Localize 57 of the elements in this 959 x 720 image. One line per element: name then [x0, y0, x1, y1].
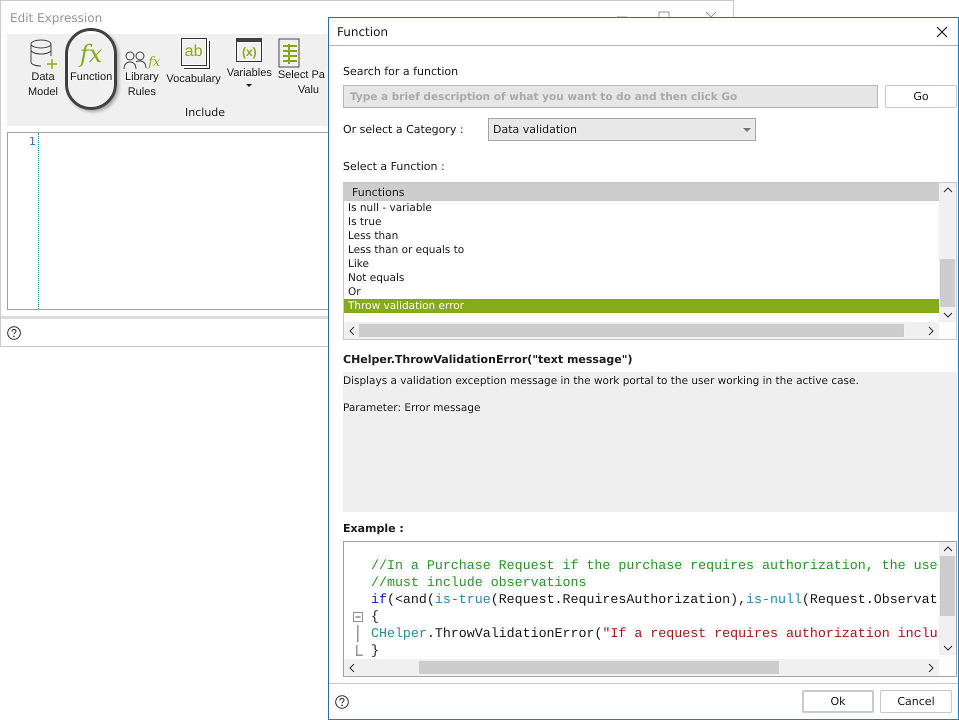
column-header: Functions	[344, 183, 939, 202]
function-item[interactable]: Not equals	[344, 271, 939, 286]
search-field[interactable]: Type a brief description of what you want to do and then click Go	[343, 85, 878, 108]
vocabulary-icon: ab	[180, 38, 207, 66]
scroll-right-icon[interactable]	[928, 662, 934, 673]
scroll-left-icon[interactable]	[349, 326, 355, 336]
code-line: if(<and(is-true(Request.RequiresAuthorization),is-null(Request.Observat	[371, 592, 938, 608]
fold-line	[356, 645, 363, 656]
dialog-button[interactable]: Cancel	[880, 690, 952, 714]
fold-line	[356, 625, 358, 642]
code-line: //In a Purchase Request if the purchase requires authorization, the use	[371, 558, 938, 574]
close-icon[interactable]	[936, 26, 948, 38]
ribbon-button[interactable]: Select Pa Valu	[278, 34, 325, 110]
horizontal-scrollbar[interactable]	[344, 322, 939, 340]
scroll-up-icon[interactable]	[942, 187, 952, 194]
description-text: Displays a validation exception message in the work portal to the user working in the active case.	[343, 374, 860, 388]
line-number: 1	[29, 135, 36, 148]
window-title: Edit Expression	[10, 10, 102, 24]
function-list-label: Select a Function :	[343, 160, 446, 174]
scroll-left-icon[interactable]	[349, 662, 355, 673]
ribbon-button[interactable]: Data Model	[27, 34, 59, 110]
help-icon[interactable]	[335, 694, 349, 709]
category-dropdown[interactable]: Data validation	[488, 118, 756, 142]
go-button[interactable]: Go	[885, 85, 957, 108]
dialog-button[interactable]: Ok	[802, 690, 874, 714]
table-icon	[278, 38, 300, 68]
group-label: Include	[185, 106, 226, 119]
function-signature: CHelper.ThrowValidationError("text message")	[343, 353, 634, 366]
ribbon-button[interactable]: (x) Variables	[226, 34, 272, 110]
variables-icon: (x)	[236, 38, 262, 62]
function-item[interactable]: Less than or equals to	[344, 243, 939, 258]
function-icon: fx	[80, 38, 102, 70]
code-line: {	[371, 609, 379, 624]
ribbon-button[interactable]: fx Library Rules	[123, 34, 160, 110]
ribbon-button[interactable]: fx Function	[65, 28, 118, 110]
function-item[interactable]: Less than	[344, 229, 939, 244]
code-line: CHelper.ThrowValidationError("If a request requires authorization inclu	[371, 626, 938, 642]
vertical-scrollbar[interactable]	[939, 542, 956, 656]
help-icon[interactable]	[7, 326, 21, 340]
vertical-scrollbar[interactable]	[939, 183, 956, 322]
collapse-icon[interactable]	[352, 612, 362, 622]
search-label: Search for a function	[343, 65, 460, 78]
example-label: Example :	[343, 522, 405, 536]
dialog-title: Function	[337, 24, 388, 39]
code-line: }	[371, 643, 379, 658]
scroll-up-icon[interactable]	[942, 546, 952, 552]
function-item[interactable]: Is null - variable	[344, 201, 939, 216]
horizontal-scrollbar[interactable]	[344, 659, 939, 676]
function-item[interactable]: Or	[344, 285, 939, 300]
code-line: //must include observations	[371, 575, 586, 590]
function-item[interactable]: Like	[344, 257, 939, 272]
scroll-right-icon[interactable]	[928, 326, 934, 336]
category-label: Or select a Category :	[343, 123, 465, 136]
scroll-down-icon[interactable]	[942, 645, 952, 652]
description-text: Parameter: Error message	[343, 401, 482, 416]
scroll-down-icon[interactable]	[942, 312, 952, 318]
function-item[interactable]: Is true	[344, 215, 939, 230]
